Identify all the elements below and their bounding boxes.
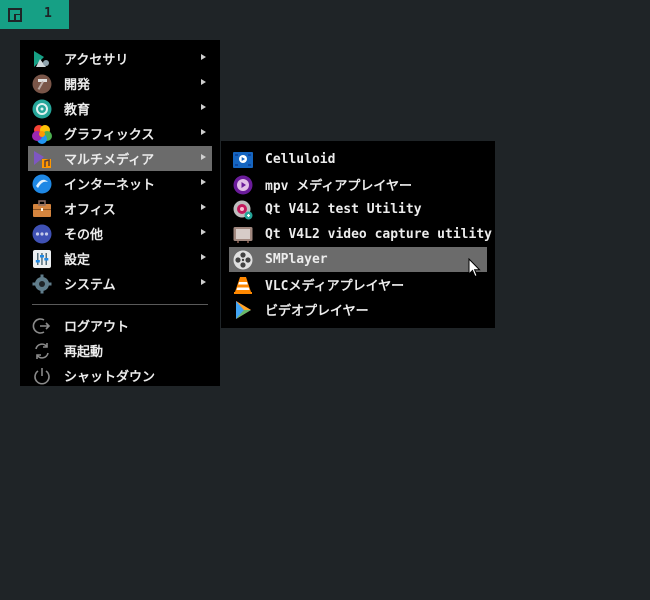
menu-item-label: 教育 (64, 103, 91, 118)
submenu-arrow-icon (201, 254, 206, 260)
menu-separator (32, 304, 208, 305)
menu-item-internet[interactable]: インターネット (28, 171, 212, 196)
submenu-item-celluloid[interactable]: Celluloid (229, 147, 487, 172)
multimedia-icon (34, 150, 51, 168)
education-icon (32, 99, 52, 118)
vlc-icon (234, 276, 252, 294)
qv4l2-test-icon (233, 200, 253, 219)
shutdown-icon (34, 367, 50, 384)
workspace-indicator[interactable]: 1 (44, 6, 52, 21)
submenu-arrow-icon (201, 54, 206, 60)
celluloid-icon (233, 151, 253, 168)
menu-item-label: その他 (64, 228, 104, 243)
menu-item-label: Qt V4L2 video capture utility (265, 227, 492, 242)
system-icon (32, 274, 52, 293)
menu-item-logout[interactable]: ログアウト (28, 313, 212, 338)
office-icon (33, 199, 51, 217)
reboot-icon (35, 342, 49, 359)
manjaro-logo-icon (8, 8, 22, 22)
submenu-item-smplayer[interactable]: SMPlayer (229, 247, 487, 272)
submenu-arrow-icon (201, 129, 206, 135)
submenu-item-qv4l2-capture[interactable]: Qt V4L2 video capture utility (229, 222, 492, 247)
menu-item-shutdown[interactable]: シャットダウン (28, 363, 212, 388)
other-icon (32, 224, 52, 243)
development-icon (32, 74, 52, 93)
menu-item-label: アクセサリ (64, 53, 129, 68)
settings-icon (33, 249, 51, 268)
menu-item-graphics[interactable]: グラフィックス (28, 121, 212, 146)
video-player-icon (236, 300, 251, 319)
submenu-arrow-icon (201, 204, 206, 210)
internet-icon (32, 174, 52, 193)
application-menu: アクセサリ 開発 教育 グラフィックス マルチメディア インターネット オフィス… (20, 40, 220, 386)
menu-item-label: ログアウト (64, 320, 130, 335)
menu-item-reboot[interactable]: 再起動 (28, 338, 212, 363)
panel-menu-button[interactable]: 1 (0, 0, 69, 29)
smplayer-icon (233, 250, 253, 269)
menu-item-label: インターネット (64, 178, 156, 193)
submenu-item-mpv[interactable]: mpv メディアプレイヤー (229, 172, 487, 197)
menu-item-label: 開発 (64, 78, 91, 93)
menu-item-label: グラフィックス (64, 128, 155, 143)
menu-item-label: Celluloid (265, 152, 336, 167)
accessories-icon (34, 50, 49, 67)
menu-item-label: 再起動 (64, 345, 104, 360)
menu-item-label: システム (64, 278, 116, 293)
menu-item-office[interactable]: オフィス (28, 196, 212, 221)
menu-item-label: mpv メディアプレイヤー (265, 179, 413, 194)
submenu-arrow-icon (201, 79, 206, 85)
menu-item-label: マルチメディア (64, 153, 155, 168)
menu-item-label: Qt V4L2 test Utility (265, 202, 422, 217)
menu-item-settings[interactable]: 設定 (28, 246, 212, 271)
menu-item-multimedia[interactable]: マルチメディア (28, 146, 212, 171)
mouse-pointer-icon (468, 258, 481, 278)
menu-item-label: ビデオプレイヤー (265, 304, 369, 319)
submenu-item-vlc[interactable]: VLCメディアプレイヤー (229, 272, 487, 297)
menu-item-label: シャットダウン (64, 370, 156, 385)
logout-icon (32, 317, 51, 334)
mpv-icon (233, 175, 253, 194)
qv4l2-capture-icon (233, 226, 253, 243)
menu-item-other[interactable]: その他 (28, 221, 212, 246)
menu-item-accessories[interactable]: アクセサリ (28, 46, 212, 71)
submenu-arrow-icon (201, 229, 206, 235)
submenu-item-qv4l2-test[interactable]: Qt V4L2 test Utility (229, 197, 487, 222)
submenu-arrow-icon (201, 279, 206, 285)
menu-item-label: VLCメディアプレイヤー (265, 279, 405, 294)
menu-item-education[interactable]: 教育 (28, 96, 212, 121)
graphics-icon (32, 124, 52, 144)
multimedia-submenu: Celluloid mpv メディアプレイヤー Qt V4L2 test Uti… (221, 141, 495, 328)
submenu-arrow-icon (201, 154, 206, 160)
menu-item-label: 設定 (64, 253, 91, 268)
submenu-arrow-icon (201, 104, 206, 110)
menu-item-development[interactable]: 開発 (28, 71, 212, 96)
menu-item-system[interactable]: システム (28, 271, 212, 296)
menu-item-label: オフィス (64, 203, 116, 218)
submenu-item-video-player[interactable]: ビデオプレイヤー (229, 297, 487, 322)
submenu-arrow-icon (201, 179, 206, 185)
menu-item-label: SMPlayer (265, 252, 328, 267)
